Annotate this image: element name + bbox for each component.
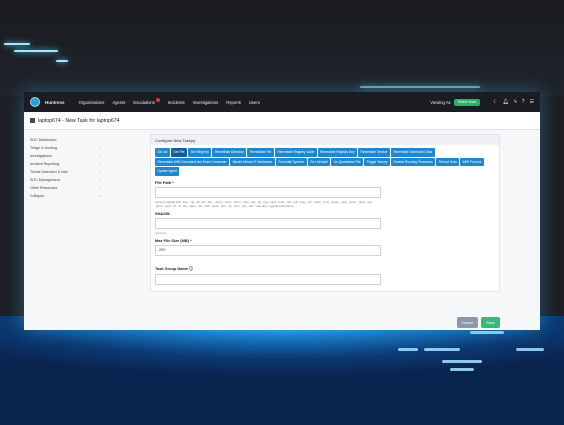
sidebar-item-incident-reporting[interactable]: Incident Reporting ⌄ xyxy=(30,160,101,168)
help-icon[interactable]: ? xyxy=(522,99,525,105)
sidebar-item-triage-hunting[interactable]: Triage & Hunting ⌄ xyxy=(30,144,101,152)
page-title: laptop674 - New Task for laptop674 xyxy=(38,117,120,124)
sidebar-item-label: Investigations xyxy=(30,154,52,158)
task-type-tabs: Dir List Get File Get Reg Key Remediate … xyxy=(155,148,495,176)
main-content: Configure New Task(s) Dir List Get File … xyxy=(104,130,540,330)
task-group-name-input[interactable] xyxy=(155,273,381,285)
sidebar-item-other-resources[interactable]: Other Resources ⌄ xyxy=(30,184,101,192)
sidebar-item-label: SOC Management xyxy=(30,178,60,182)
configure-task-panel: Configure New Task(s) Dir List Get File … xyxy=(150,134,500,292)
page-title-icon xyxy=(30,118,35,123)
tab-remediate-service[interactable]: Remediate Service xyxy=(358,148,390,157)
bell-icon[interactable]: 🔔︎ xyxy=(503,99,509,105)
panel-title: Configure New Task(s) xyxy=(151,135,499,145)
sha256-label: SHA256 xyxy=(155,210,170,216)
nav-reports[interactable]: Reports xyxy=(226,100,241,105)
select-user-button[interactable]: Select User xyxy=(453,98,481,106)
brand-name[interactable]: Huntress xyxy=(45,100,65,105)
moon-icon[interactable]: ☾ xyxy=(493,99,497,105)
decor-line xyxy=(56,60,68,62)
sidebar-item-label: Collapse xyxy=(30,194,44,198)
decor-line xyxy=(4,43,30,45)
sidebar-item-soc-management[interactable]: SOC Management ⌄ xyxy=(30,176,101,184)
app-window: Huntress Organizations Agents Escalation… xyxy=(24,92,540,330)
viewing-as-label: Viewing As xyxy=(430,99,451,105)
tab-reuninstall[interactable]: Re-Uninstall xyxy=(307,157,331,167)
decor-dash xyxy=(424,348,460,351)
sidebar-item-collapse[interactable]: Collapse ‹‹ xyxy=(30,192,101,200)
form-actions: Cancel Save xyxy=(456,317,500,328)
sidebar-item-threat-detection[interactable]: Threat Detection & Intel ⌄ xyxy=(30,168,101,176)
tab-trigger-survey[interactable]: Trigger Survey xyxy=(364,157,390,167)
nav-escalations[interactable]: Escalations xyxy=(133,97,160,105)
top-nav-bar: Huntress Organizations Agents Escalation… xyxy=(24,92,540,112)
collapse-icon: ‹‹ xyxy=(98,194,101,198)
tab-reinstall-sysmon[interactable]: Re-Install Sysmon xyxy=(275,157,307,167)
decor-line xyxy=(14,50,58,52)
sidebar-item-label: Triage & Hunting xyxy=(30,146,57,150)
max-file-size-input[interactable]: 200 xyxy=(155,244,381,256)
sidebar-item-label: SOC Dashboard xyxy=(30,138,57,142)
tab-remediate-directory[interactable]: Remediate Directory xyxy=(212,148,247,157)
decor-dash xyxy=(450,368,474,371)
tab-remediate-scheduled-task[interactable]: Remediate Scheduled Task xyxy=(390,148,435,157)
nav-escalations-label: Escalations xyxy=(133,99,155,105)
max-file-size-label: Max File Size (MB) * xyxy=(155,237,192,243)
tab-remediate-registry-value[interactable]: Remediate Registry Value xyxy=(274,148,317,157)
tab-wmi-process[interactable]: WMI Process xyxy=(459,157,484,167)
chevron-down-icon: ⌄ xyxy=(98,162,101,166)
chevron-down-icon: ⌄ xyxy=(98,186,101,190)
task-group-name-label: Task Group Name ⓘ xyxy=(155,265,193,271)
content-area: SOC Dashboard Triage & Hunting ⌄ Investig… xyxy=(24,130,540,330)
chevron-down-icon: ⌄ xyxy=(98,178,101,182)
decor-dash xyxy=(516,348,544,351)
tab-get-file[interactable]: Get File xyxy=(170,148,188,157)
decor-dash xyxy=(442,360,482,363)
decor-dash xyxy=(398,348,418,351)
tab-update-agent[interactable]: Update Agent xyxy=(155,167,180,176)
nav-incidents[interactable]: Incidents xyxy=(168,100,185,105)
nav-users[interactable]: Users xyxy=(249,100,260,105)
sidebar-item-label: Incident Reporting xyxy=(30,162,60,166)
sidebar: SOC Dashboard Triage & Hunting ⌄ Investig… xyxy=(24,130,104,330)
sidebar-item-label: Threat Detection & Intel xyxy=(30,170,68,174)
tab-unquarantine-file[interactable]: Un-Quarantine File xyxy=(331,157,364,167)
notification-badge xyxy=(155,97,160,102)
tab-dir-list[interactable]: Dir List xyxy=(155,148,170,157)
sidebar-item-investigations[interactable]: Investigations ⌄ xyxy=(30,152,101,160)
tab-get-reg-key[interactable]: Get Reg Key xyxy=(188,148,212,157)
tab-reboot-host[interactable]: Reboot Host xyxy=(436,157,459,167)
sidebar-item-label: Other Resources xyxy=(30,186,58,190)
tab-block-unblock-ip[interactable]: Block/Unblock IP Addresses xyxy=(230,157,275,167)
background-top xyxy=(0,0,564,96)
decor-dash xyxy=(470,331,504,334)
nav-investigations[interactable]: Investigations xyxy=(193,100,219,105)
huntress-logo-icon[interactable] xyxy=(30,97,40,107)
nav-organizations[interactable]: Organizations xyxy=(79,100,105,105)
tab-remediate-wmi-consumer[interactable]: Remediate WMI Command-line Event Consume… xyxy=(155,157,230,167)
sha256-input[interactable] xyxy=(155,217,381,229)
sidebar-item-soc-dashboard[interactable]: SOC Dashboard xyxy=(30,136,101,144)
save-button[interactable]: Save xyxy=(481,317,500,328)
chevron-down-icon: ⌄ xyxy=(98,154,101,158)
file-path-label: File Path * xyxy=(155,179,174,185)
panel-body: Dir List Get File Get Reg Key Remediate … xyxy=(151,145,499,291)
file-path-input[interactable] xyxy=(155,186,381,198)
tab-remediate-file[interactable]: Remediate File xyxy=(247,148,274,157)
tab-restrict-processes[interactable]: Restrict Running Processes xyxy=(390,157,436,167)
tab-remediate-registry-key[interactable]: Remediate Registry Key xyxy=(317,148,358,157)
page-header: laptop674 - New Task for laptop674 xyxy=(24,112,540,130)
lightning-icon[interactable]: ϟ xyxy=(514,99,517,105)
decor-line xyxy=(360,86,480,88)
file-path-help-text: Cannot GetFile with .exe, .zip, .dll, .s… xyxy=(155,199,373,208)
nav-agents[interactable]: Agents xyxy=(112,100,125,105)
menu-icon[interactable]: ☰ xyxy=(530,99,534,105)
sha256-optional-hint: optional xyxy=(155,230,166,235)
chevron-down-icon: ⌄ xyxy=(98,170,101,174)
chevron-down-icon: ⌄ xyxy=(98,146,101,150)
cancel-button[interactable]: Cancel xyxy=(456,317,479,328)
